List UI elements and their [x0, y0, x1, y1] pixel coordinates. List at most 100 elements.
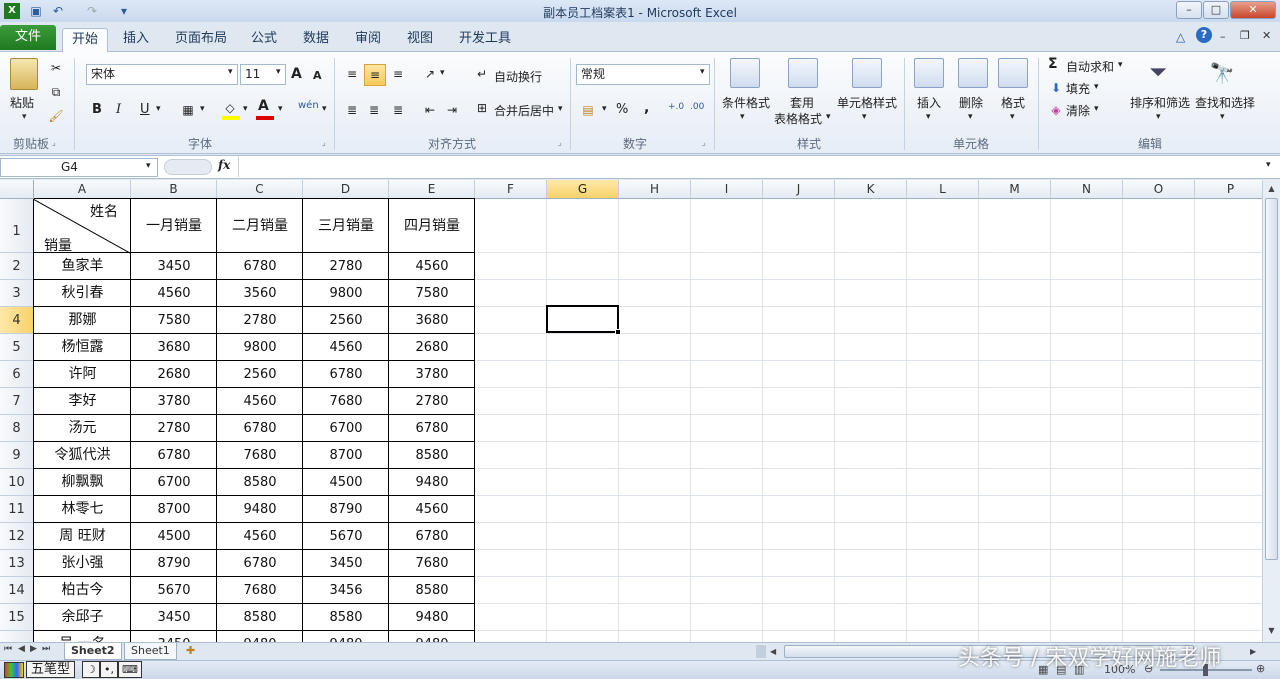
- autosum-button[interactable]: 自动求和: [1066, 58, 1114, 75]
- format-cells-icon[interactable]: [998, 58, 1028, 88]
- name-box-dropdown-icon[interactable]: ▾: [146, 161, 151, 171]
- row-header-4[interactable]: 4: [0, 307, 34, 334]
- align-left-icon[interactable]: ≣: [344, 102, 360, 118]
- font-name-dropdown-icon[interactable]: ▾: [228, 67, 233, 77]
- clear-dropdown-icon[interactable]: ▾: [1094, 104, 1099, 114]
- sales-value-cell[interactable]: 8700: [131, 496, 217, 523]
- increase-indent-icon[interactable]: ⇥: [444, 102, 460, 118]
- ime-punctuation-icon[interactable]: •,: [100, 661, 118, 678]
- row-header-1[interactable]: 1: [0, 199, 34, 253]
- sales-value-cell[interactable]: 4500: [131, 523, 217, 550]
- sales-value-cell[interactable]: 3680: [131, 334, 217, 361]
- sales-value-cell[interactable]: 7680: [217, 577, 303, 604]
- employee-name-cell[interactable]: 周 旺财: [34, 523, 131, 550]
- sales-value-cell[interactable]: 9800: [217, 334, 303, 361]
- fill-button[interactable]: 填充: [1066, 80, 1090, 97]
- sheet-tab-sheet2[interactable]: Sheet2: [64, 643, 122, 660]
- sales-value-cell[interactable]: 8700: [303, 442, 389, 469]
- insert-cells-button[interactable]: 插入: [917, 94, 941, 111]
- employee-name-cell[interactable]: 汤元: [34, 415, 131, 442]
- format-cells-button[interactable]: 格式: [1001, 94, 1025, 111]
- conditional-dropdown-icon[interactable]: ▾: [740, 112, 745, 122]
- italic-button[interactable]: I: [116, 102, 121, 117]
- employee-name-cell[interactable]: 秋引春: [34, 280, 131, 307]
- column-header-n[interactable]: N: [1051, 180, 1123, 199]
- scroll-left-icon[interactable]: ◀: [770, 645, 780, 658]
- minimize-button[interactable]: –: [1176, 1, 1202, 19]
- decrease-decimal-icon[interactable]: .00: [690, 102, 704, 112]
- help-icon[interactable]: ?: [1196, 27, 1212, 43]
- expand-formula-bar-icon[interactable]: ▾: [1266, 160, 1271, 170]
- conditional-format-icon[interactable]: [730, 58, 760, 88]
- sales-value-cell[interactable]: 4500: [303, 469, 389, 496]
- tab-data[interactable]: 数据: [298, 28, 334, 52]
- sales-value-cell[interactable]: 4560: [131, 280, 217, 307]
- align-top-icon[interactable]: ≡: [344, 66, 360, 82]
- sales-value-cell[interactable]: 7580: [131, 307, 217, 334]
- underline-button[interactable]: U: [140, 102, 150, 117]
- sales-value-cell[interactable]: 9480: [389, 631, 475, 642]
- sales-value-cell[interactable]: 3780: [389, 361, 475, 388]
- next-sheet-icon[interactable]: ▶: [30, 644, 37, 654]
- sales-value-cell[interactable]: 2780: [389, 388, 475, 415]
- ribbon-minimize-icon[interactable]: △: [1176, 30, 1185, 44]
- employee-name-cell[interactable]: 吴 一名: [34, 631, 131, 642]
- ime-keyboard-icon[interactable]: ⌨: [118, 661, 142, 678]
- ime-mode[interactable]: 五笔型: [26, 661, 76, 678]
- sales-value-cell[interactable]: 6700: [131, 469, 217, 496]
- insert-function-icon[interactable]: fx: [218, 158, 230, 172]
- sales-value-cell[interactable]: 6780: [131, 442, 217, 469]
- column-header-o[interactable]: O: [1123, 180, 1195, 199]
- increase-decimal-icon[interactable]: +.0: [668, 102, 684, 112]
- sales-value-cell[interactable]: 3450: [131, 253, 217, 280]
- wrap-text-button[interactable]: 自动换行: [494, 68, 542, 85]
- sales-value-cell[interactable]: 4560: [389, 253, 475, 280]
- align-right-icon[interactable]: ≣: [390, 102, 406, 118]
- wrap-text-icon[interactable]: ↵: [474, 66, 490, 82]
- sales-value-cell[interactable]: 5670: [131, 577, 217, 604]
- number-launcher-icon[interactable]: ⌟: [702, 138, 706, 147]
- conditional-format-button[interactable]: 条件格式: [722, 94, 770, 111]
- number-format-dropdown-icon[interactable]: ▾: [700, 67, 705, 77]
- employee-name-cell[interactable]: 令狐代洪: [34, 442, 131, 469]
- alignment-launcher-icon[interactable]: ⌟: [558, 138, 562, 147]
- tab-page-layout[interactable]: 页面布局: [170, 28, 232, 52]
- delete-dropdown-icon[interactable]: ▾: [968, 112, 973, 122]
- fill-color-dropdown-icon[interactable]: ▾: [243, 104, 248, 114]
- sales-value-cell[interactable]: 8580: [389, 442, 475, 469]
- sales-value-cell[interactable]: 3560: [217, 280, 303, 307]
- tab-review[interactable]: 审阅: [350, 28, 386, 52]
- employee-name-cell[interactable]: 张小强: [34, 550, 131, 577]
- tab-formulas[interactable]: 公式: [246, 28, 282, 52]
- table-format-dropdown-icon[interactable]: ▾: [826, 112, 831, 122]
- sales-value-cell[interactable]: 3450: [131, 604, 217, 631]
- employee-name-cell[interactable]: 林零七: [34, 496, 131, 523]
- column-header-i[interactable]: I: [691, 180, 763, 199]
- delete-cells-button[interactable]: 删除: [959, 94, 983, 111]
- formula-bar-divider[interactable]: [164, 159, 212, 175]
- sales-value-cell[interactable]: 2680: [389, 334, 475, 361]
- maximize-button[interactable]: □: [1203, 1, 1229, 19]
- insert-cells-icon[interactable]: [914, 58, 944, 88]
- border-dropdown-icon[interactable]: ▾: [200, 104, 205, 114]
- sales-value-cell[interactable]: 6780: [389, 523, 475, 550]
- column-header-g[interactable]: G: [547, 180, 619, 199]
- tab-file[interactable]: 文件: [0, 25, 56, 50]
- paste-button[interactable]: 粘贴: [10, 94, 34, 111]
- sales-value-cell[interactable]: 7680: [389, 550, 475, 577]
- sales-value-cell[interactable]: 9480: [303, 631, 389, 642]
- sales-value-cell[interactable]: 6700: [303, 415, 389, 442]
- scroll-up-icon[interactable]: ▲: [1265, 182, 1278, 196]
- border-icon[interactable]: ▦: [180, 102, 196, 118]
- sales-value-cell[interactable]: 6780: [217, 415, 303, 442]
- format-painter-icon[interactable]: 🖌: [48, 108, 64, 124]
- tab-insert[interactable]: 插入: [116, 28, 156, 52]
- tab-split-handle[interactable]: [756, 645, 766, 658]
- column-header-f[interactable]: F: [475, 180, 547, 199]
- sales-value-cell[interactable]: 9800: [303, 280, 389, 307]
- sales-value-cell[interactable]: 6780: [303, 361, 389, 388]
- sales-value-cell[interactable]: 8580: [217, 604, 303, 631]
- sales-value-cell[interactable]: 2780: [217, 307, 303, 334]
- autosum-dropdown-icon[interactable]: ▾: [1118, 60, 1123, 70]
- row-header-11[interactable]: 11: [0, 496, 34, 523]
